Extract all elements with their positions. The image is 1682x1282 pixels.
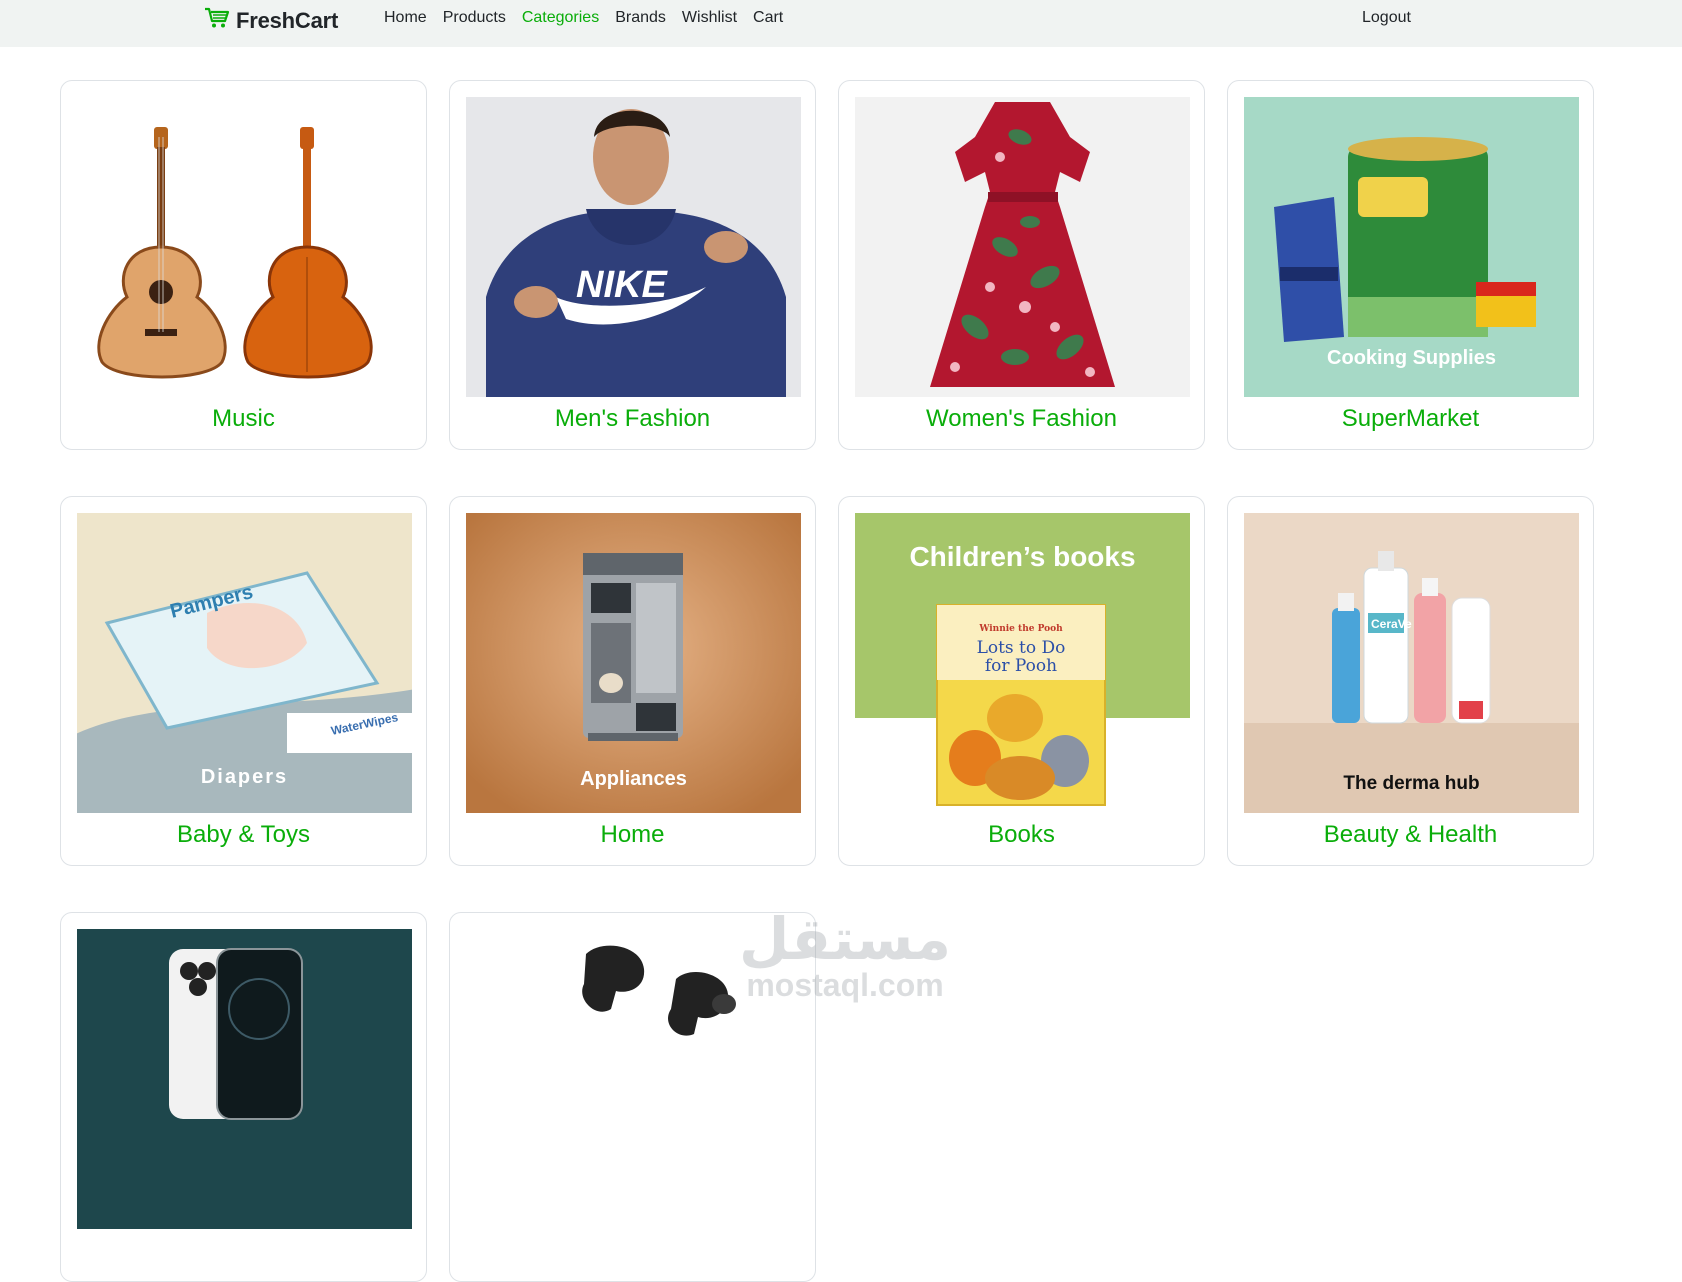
- category-card-beauty-health[interactable]: CeraVe The derma hub Beauty & Health: [1227, 496, 1594, 866]
- category-card-audio[interactable]: [449, 912, 816, 1282]
- category-card-books[interactable]: Winnie the Pooh Lots to Do for Pooh Chil…: [838, 496, 1205, 866]
- nav-links: Home Products Categories Brands Wishlist…: [384, 9, 783, 27]
- category-image: Pampers WaterWipes Diapers: [77, 513, 412, 813]
- category-name: Men's Fashion: [554, 405, 711, 432]
- image-caption: Appliances: [580, 768, 687, 790]
- image-caption: The derma hub: [1343, 773, 1480, 794]
- category-card-home[interactable]: Appliances Home: [449, 496, 816, 866]
- category-name: Beauty & Health: [1323, 821, 1498, 848]
- nav-link-cart[interactable]: Cart: [753, 9, 783, 27]
- svg-text:CeraVe: CeraVe: [1371, 617, 1412, 631]
- category-image: CeraVe The derma hub: [1244, 513, 1579, 813]
- category-name: Women's Fashion: [926, 405, 1117, 432]
- category-card-supermarket[interactable]: Cooking Supplies SuperMarket: [1227, 80, 1594, 450]
- nav-link-brands[interactable]: Brands: [615, 9, 666, 27]
- category-image: Winnie the Pooh Lots to Do for Pooh Chil…: [855, 513, 1190, 813]
- category-image: [77, 929, 412, 1229]
- category-image: [77, 97, 412, 397]
- svg-text:Lots to Do: Lots to Do: [977, 638, 1066, 658]
- category-card-womens-fashion[interactable]: Women's Fashion: [838, 80, 1205, 450]
- cart-icon: [204, 6, 230, 35]
- category-card-music[interactable]: Music: [60, 80, 427, 450]
- svg-text:NIKE: NIKE: [576, 264, 668, 306]
- category-image: [466, 929, 801, 1229]
- category-image: Cooking Supplies: [1244, 97, 1579, 397]
- category-image: Appliances: [466, 513, 801, 813]
- category-name: Baby & Toys: [177, 821, 310, 848]
- nav-link-categories[interactable]: Categories: [522, 9, 599, 27]
- category-card-mens-fashion[interactable]: NIKE Men's Fashion: [449, 80, 816, 450]
- svg-text:Winnie the Pooh: Winnie the Pooh: [978, 624, 1063, 634]
- category-name: SuperMarket: [1341, 405, 1480, 432]
- logout-link[interactable]: Logout: [1362, 9, 1411, 27]
- image-caption: Children’s books: [909, 541, 1136, 572]
- image-caption: Cooking Supplies: [1327, 347, 1496, 369]
- category-name: Home: [600, 821, 665, 848]
- category-name: Books: [988, 821, 1055, 848]
- category-name: Music: [212, 405, 275, 432]
- category-card-baby-toys[interactable]: Pampers WaterWipes Diapers Baby & Toys: [60, 496, 427, 866]
- image-caption: Diapers: [200, 766, 289, 788]
- category-card-electronics[interactable]: [60, 912, 427, 1282]
- nav-link-wishlist[interactable]: Wishlist: [682, 9, 737, 27]
- brand-logo[interactable]: FreshCart: [204, 6, 338, 35]
- category-image: NIKE: [466, 97, 801, 397]
- nav-link-home[interactable]: Home: [384, 9, 427, 27]
- brand-name: FreshCart: [236, 7, 339, 33]
- category-image: [855, 97, 1190, 397]
- navbar: FreshCart Home Products Categories Brand…: [0, 0, 1682, 47]
- nav-link-products[interactable]: Products: [443, 9, 506, 27]
- svg-text:for Pooh: for Pooh: [985, 656, 1057, 676]
